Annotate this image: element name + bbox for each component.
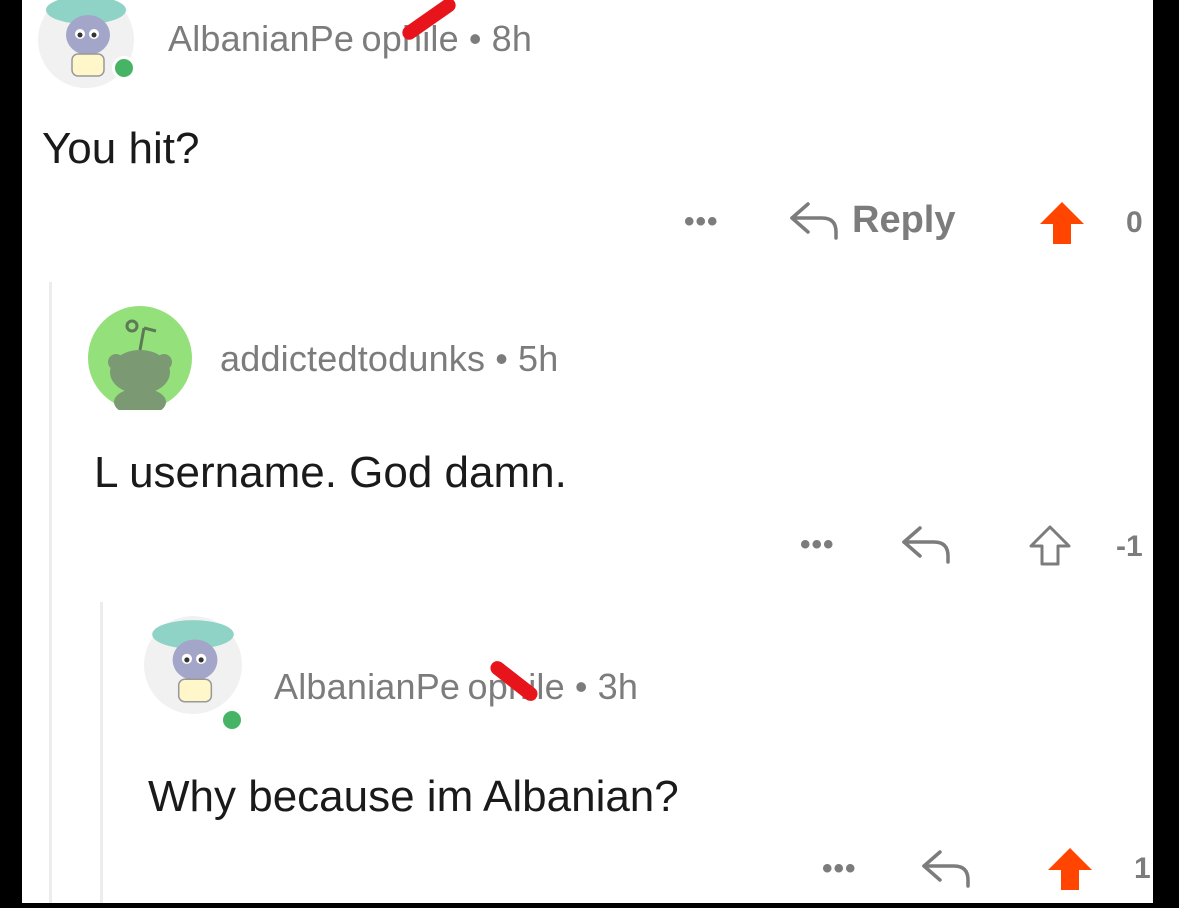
reply-icon[interactable] xyxy=(920,846,974,890)
vote-score: -1 xyxy=(1116,530,1143,563)
timestamp[interactable]: 5h xyxy=(518,338,558,379)
reply-icon[interactable] xyxy=(900,522,954,566)
vote-score: 1 xyxy=(1134,852,1151,885)
online-indicator xyxy=(220,708,244,732)
username-link[interactable]: addictedtodunks xyxy=(220,338,485,379)
comment-meta: addictedtodunks • 5h xyxy=(220,338,558,380)
comment-meta: AlbanianPe ophile • 8h xyxy=(168,18,532,60)
online-indicator xyxy=(112,56,136,80)
comment-body: Why because im Albanian? xyxy=(148,772,679,821)
timestamp[interactable]: 3h xyxy=(598,666,638,707)
more-options-button[interactable]: ••• xyxy=(800,528,835,562)
reply-button[interactable]: Reply xyxy=(788,198,955,242)
default-snoo-icon xyxy=(88,306,192,416)
comment-body: You hit? xyxy=(42,124,200,173)
user-avatar[interactable] xyxy=(88,306,192,416)
upvote-outline-icon[interactable] xyxy=(1028,524,1072,568)
comment-body: L username. God damn. xyxy=(94,448,567,497)
user-avatar[interactable] xyxy=(36,0,136,90)
meta-separator: • xyxy=(468,18,482,59)
meta-separator: • xyxy=(495,338,509,379)
thread-line-level-1[interactable] xyxy=(49,282,52,903)
comment-thread: AlbanianPe ophile • 8h You hit? ••• Reply … xyxy=(22,0,1153,903)
meta-separator: • xyxy=(574,666,588,707)
upvote-icon[interactable] xyxy=(1038,200,1086,246)
snoo-avatar-icon xyxy=(144,616,242,714)
reply-label: Reply xyxy=(852,198,956,241)
timestamp[interactable]: 8h xyxy=(492,18,532,59)
more-options-button[interactable]: ••• xyxy=(822,852,857,886)
vote-score: 0 xyxy=(1126,206,1143,239)
upvote-icon[interactable] xyxy=(1046,846,1094,892)
comment-meta: AlbanianPe ophile • 3h xyxy=(274,666,638,708)
thread-line-level-2[interactable] xyxy=(100,602,103,903)
user-avatar[interactable] xyxy=(142,614,244,732)
more-options-button[interactable]: ••• xyxy=(684,205,719,239)
reply-icon xyxy=(790,202,838,240)
